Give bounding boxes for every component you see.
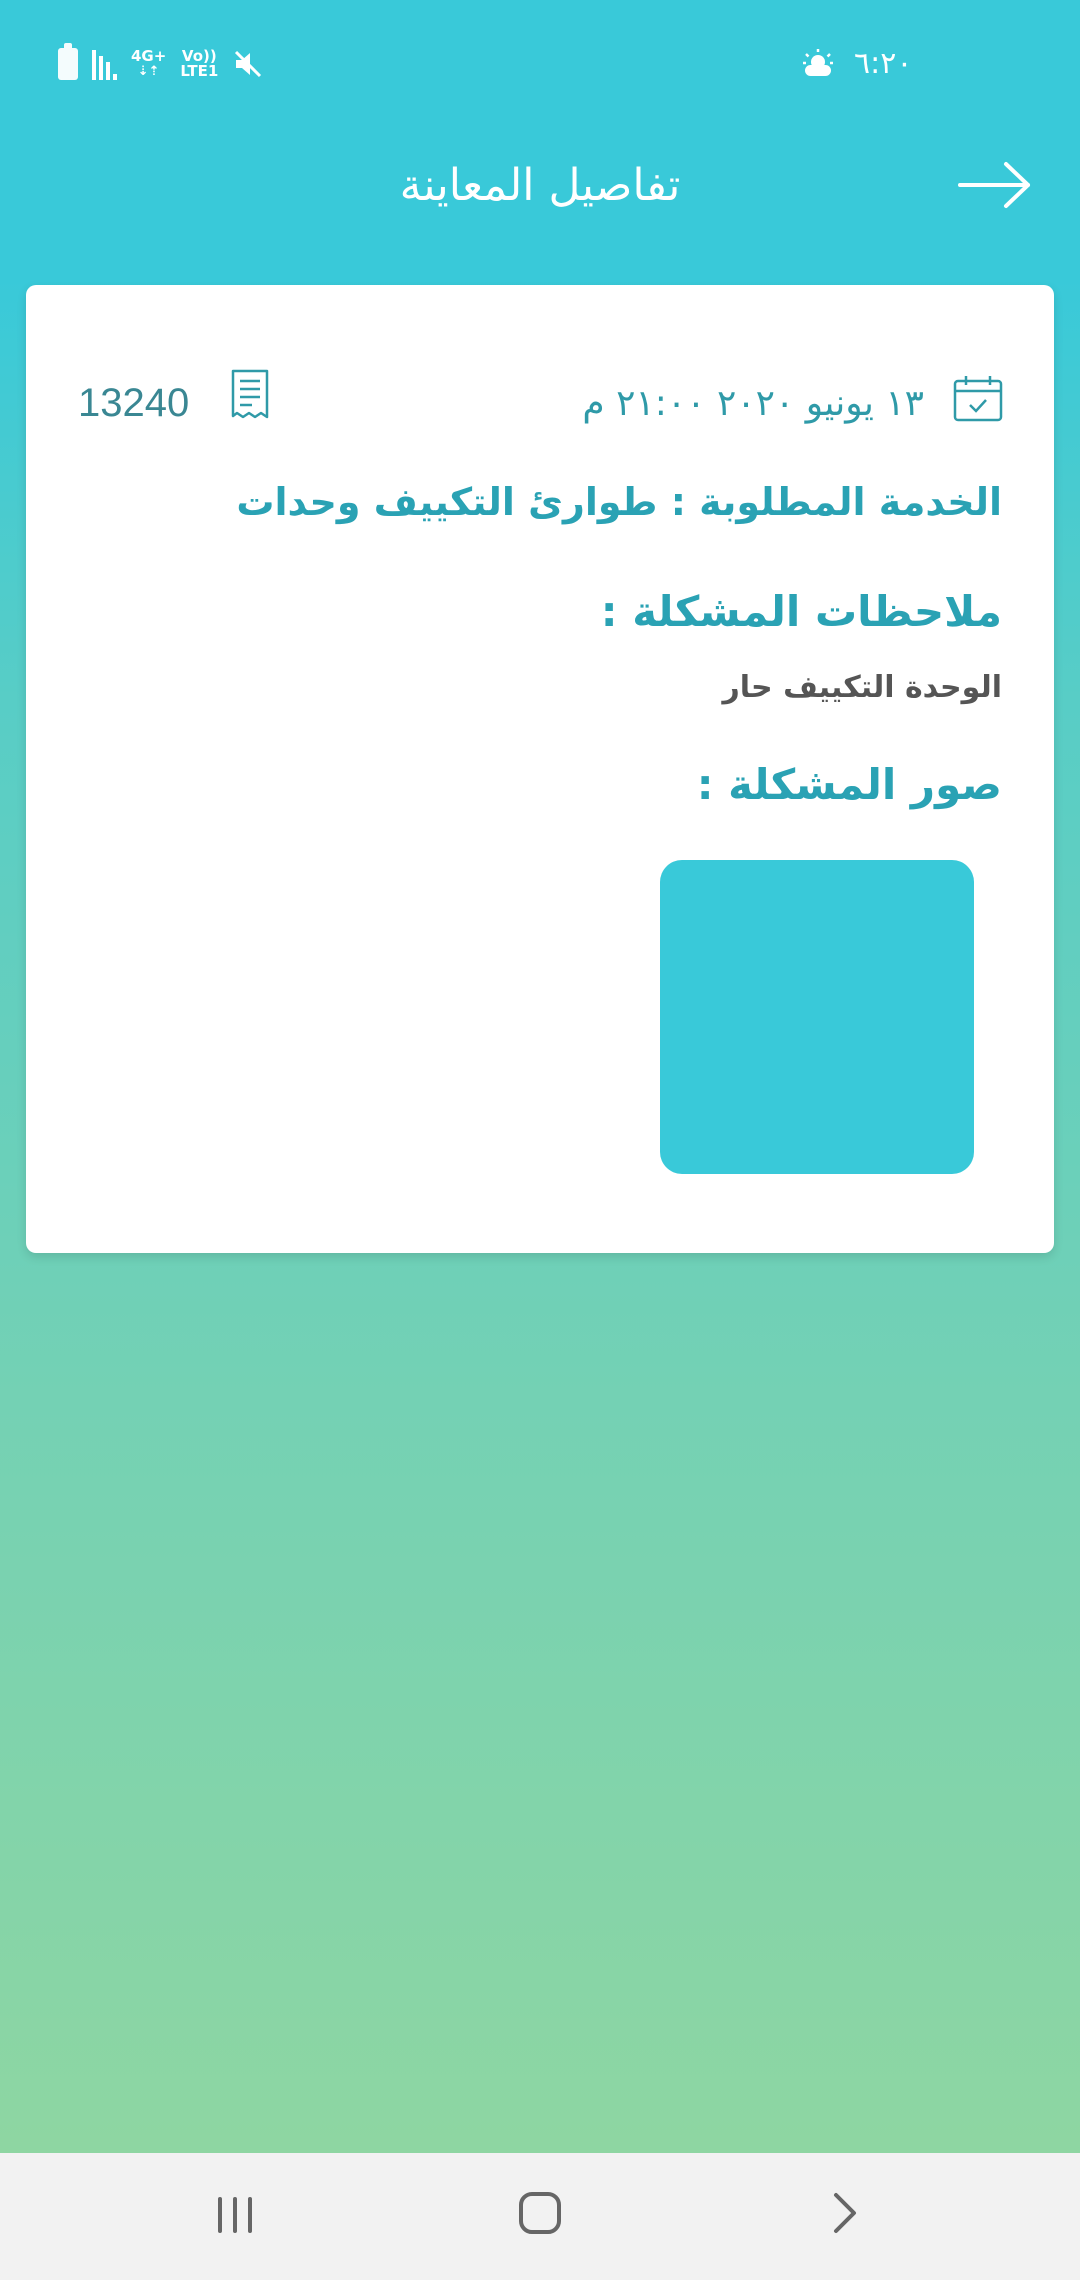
- calendar-icon: [952, 375, 1004, 427]
- back-icon[interactable]: [820, 2183, 870, 2247]
- appointment-date: ١٣ يونيو ٢٠٢٠ ٢١:٠٠ م: [582, 383, 924, 424]
- mute-icon: [232, 48, 264, 80]
- problem-photos-heading: صور المشكلة :: [696, 760, 1002, 809]
- requested-service: الخدمة المطلوبة : طوارئ التكييف وحدات: [236, 480, 1002, 524]
- signal-icon: [92, 48, 117, 80]
- order-number: 13240: [78, 381, 190, 425]
- receipt-icon: [230, 369, 270, 425]
- weather-icon: [800, 48, 836, 80]
- app-header: تفاصيل المعاينة: [0, 130, 1080, 260]
- status-bar: 4G+ ⇣⇡ Vo)) LTE1 ٦:٢٠: [0, 0, 1080, 130]
- volte-indicator: Vo)) LTE1: [180, 49, 218, 79]
- back-arrow-icon[interactable]: [958, 160, 1032, 214]
- system-nav-bar: [0, 2153, 1080, 2280]
- inspection-details-card: ١٣ يونيو ٢٠٢٠ ٢١:٠٠ م 13240 الخدمة المطل…: [26, 285, 1054, 1253]
- status-icons-left: 4G+ ⇣⇡ Vo)) LTE1: [58, 43, 264, 80]
- status-time: ٦:٢٠: [854, 46, 913, 81]
- problem-photo-thumbnail[interactable]: [660, 860, 974, 1174]
- status-icons-right: ٦:٢٠: [800, 46, 912, 81]
- problem-notes-heading: ملاحظات المشكلة :: [600, 587, 1002, 636]
- home-icon[interactable]: [515, 2183, 565, 2247]
- lte-label: LTE1: [180, 62, 219, 80]
- battery-icon: [58, 43, 78, 80]
- network-type: 4G+: [131, 47, 167, 65]
- page-title: تفاصيل المعاينة: [399, 160, 681, 211]
- meta-row: ١٣ يونيو ٢٠٢٠ ٢١:٠٠ م 13240: [26, 369, 1054, 435]
- network-indicator: 4G+ ⇣⇡: [131, 47, 167, 80]
- recent-apps-icon[interactable]: [210, 2183, 260, 2247]
- problem-notes-text: الوحدة التكييف حار: [722, 670, 1002, 705]
